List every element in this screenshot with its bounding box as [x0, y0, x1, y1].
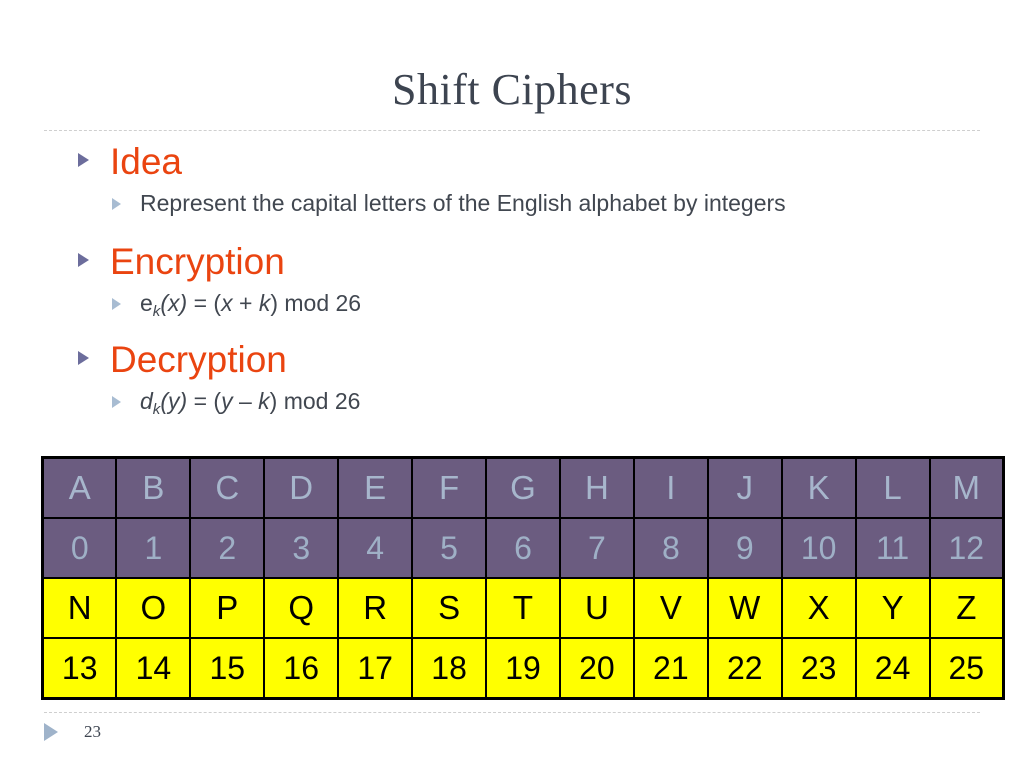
table-row-numbers-13-25: 13 14 15 16 17 18 19 20 21 22 23 24 25	[41, 637, 1005, 700]
slide-body: Idea Represent the capital letters of th…	[0, 140, 1024, 428]
footer-divider	[44, 712, 980, 713]
triangle-bullet-icon	[78, 351, 89, 365]
table-cell: 15	[189, 637, 266, 700]
bullet-encryption: Encryption	[0, 240, 1024, 286]
table-cell: C	[189, 456, 266, 519]
triangle-subbullet-icon	[112, 298, 121, 310]
table-cell: J	[706, 456, 783, 519]
table-cell: 19	[485, 637, 561, 700]
table-cell: 25	[928, 637, 1005, 700]
table-cell: V	[632, 577, 709, 639]
table-cell: A	[41, 456, 118, 519]
table-cell: Z	[928, 577, 1005, 639]
table-cell: Q	[263, 577, 340, 639]
table-cell: 9	[706, 517, 783, 579]
table-cell: 16	[263, 637, 340, 700]
table-cell: 12	[928, 517, 1005, 579]
triangle-subbullet-icon	[112, 396, 121, 408]
page-number: 23	[84, 722, 101, 741]
alphabet-integer-table: A B C D E F G H I J K L M 0 1 2 3 4 5 6 7 8 9 10 11 12 N O P Q R S T U V W X…	[41, 456, 1005, 700]
table-cell: 4	[337, 517, 414, 579]
subbullet-decryption: dk(y) = (y – k) mod 26	[0, 386, 1024, 422]
subbullet-idea: Represent the capital letters of the Eng…	[0, 188, 1024, 224]
bullet-encryption-label: Encryption	[110, 241, 285, 282]
table-cell: G	[485, 456, 561, 519]
table-cell: K	[780, 456, 857, 519]
table-cell: 13	[41, 637, 118, 700]
bullet-decryption-label: Decryption	[110, 339, 287, 380]
table-cell: 23	[780, 637, 857, 700]
table-cell: 8	[632, 517, 709, 579]
triangle-footer-icon	[44, 723, 58, 741]
table-cell: N	[41, 577, 118, 639]
table-cell: R	[337, 577, 414, 639]
table-cell: 20	[558, 637, 635, 700]
bullet-idea-label: Idea	[110, 141, 183, 182]
table-cell: 21	[632, 637, 709, 700]
table-cell: H	[558, 456, 635, 519]
triangle-bullet-icon	[78, 153, 89, 167]
table-cell: W	[706, 577, 783, 639]
table-cell: L	[854, 456, 931, 519]
table-cell: 1	[115, 517, 192, 579]
table-cell: 17	[337, 637, 414, 700]
triangle-subbullet-icon	[112, 198, 121, 210]
encryption-formula: ek(x) = (x + k) mod 26	[140, 290, 362, 320]
table-cell: B	[115, 456, 192, 519]
table-cell: 24	[854, 637, 931, 700]
table-cell: 6	[485, 517, 561, 579]
bullet-decryption: Decryption	[0, 338, 1024, 384]
table-cell: X	[780, 577, 857, 639]
table-cell: E	[337, 456, 414, 519]
table-cell: 22	[706, 637, 783, 700]
table-cell: I	[632, 456, 709, 519]
table-cell: 14	[115, 637, 192, 700]
table-cell: 5	[411, 517, 488, 579]
decryption-formula: dk(y) = (y – k) mod 26	[140, 388, 361, 418]
table-cell: P	[189, 577, 266, 639]
table-row-letters-n-z: NOPQRSTUVWXYZ	[41, 577, 1005, 639]
triangle-bullet-icon	[78, 253, 89, 267]
table-cell: 7	[558, 517, 635, 579]
table-cell: 11	[854, 517, 931, 579]
title-divider	[44, 130, 980, 131]
table-cell: S	[411, 577, 488, 639]
table-cell: T	[485, 577, 561, 639]
table-cell: 2	[189, 517, 266, 579]
table-cell: Y	[854, 577, 931, 639]
table-cell: M	[928, 456, 1005, 519]
table-cell: 18	[411, 637, 488, 700]
table-cell: D	[263, 456, 340, 519]
table-body: A B C D E F G H I J K L M 0 1 2 3 4 5 6 7 8 9 10 11 12 N O P Q R S T U V W X…	[41, 456, 1005, 700]
subbullet-encryption: ek(x) = (x + k) mod 26	[0, 288, 1024, 324]
table-row-numbers-0-12: 0 1 2 3 4 5 6 7 8 9 10 11 12	[41, 517, 1005, 579]
table-cell: 10	[780, 517, 857, 579]
table-cell: F	[411, 456, 488, 519]
table-cell: 0	[41, 517, 118, 579]
table-row-letters-a-m: ABCDEFGHIJKLM	[41, 456, 1005, 519]
table-cell: O	[115, 577, 192, 639]
bullet-idea: Idea	[0, 140, 1024, 186]
table-cell: U	[558, 577, 635, 639]
page-title: Shift Ciphers	[392, 65, 632, 114]
table-cell: 3	[263, 517, 340, 579]
subbullet-idea-text: Represent the capital letters of the Eng…	[140, 190, 786, 216]
